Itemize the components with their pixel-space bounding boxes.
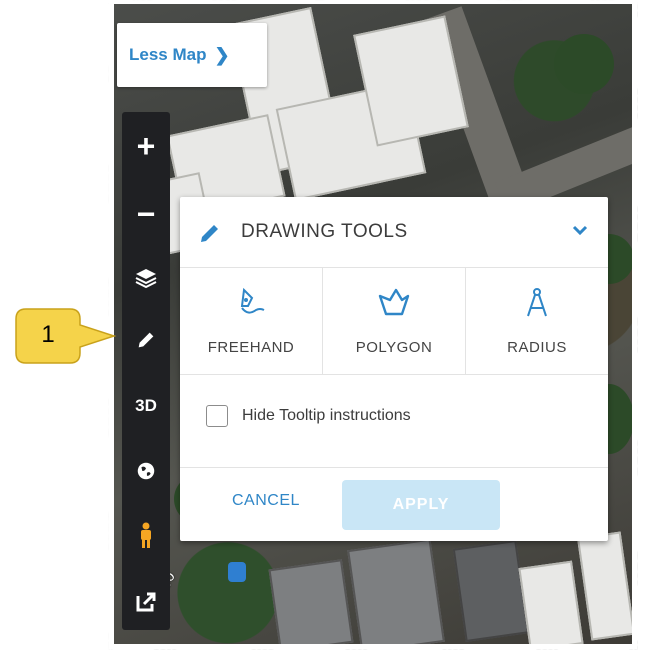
drawing-tools-panel: DRAWING TOOLS FREEHAND POLYGON RADIUS Hi… — [180, 197, 608, 541]
street-view-button[interactable] — [122, 512, 170, 560]
globe-button[interactable] — [122, 447, 170, 495]
less-map-button[interactable]: Less Map ❯ — [117, 23, 267, 87]
layers-button[interactable] — [122, 254, 170, 302]
chevron-right-icon: ❯ — [214, 44, 230, 65]
map-building — [518, 560, 584, 644]
map-tree — [554, 34, 614, 94]
callout-number: 1 — [41, 321, 55, 348]
pegman-icon — [141, 522, 151, 548]
panel-title: DRAWING TOOLS — [241, 221, 408, 242]
polygon-label: POLYGON — [355, 339, 433, 356]
hide-tooltip-checkbox[interactable] — [206, 405, 228, 427]
cancel-button[interactable]: CANCEL — [232, 492, 300, 510]
radius-tool[interactable]: RADIUS — [466, 268, 608, 374]
hide-tooltip-row[interactable]: Hide Tooltip instructions — [206, 405, 411, 427]
panel-divider — [180, 467, 608, 468]
zoom-out-button[interactable]: − — [122, 190, 170, 238]
hide-tooltip-label: Hide Tooltip instructions — [242, 407, 411, 424]
polygon-icon — [378, 288, 410, 316]
radius-label: RADIUS — [507, 339, 567, 356]
pencil-icon — [138, 332, 154, 348]
globe-icon — [137, 462, 155, 480]
less-map-label: Less Map — [129, 45, 207, 64]
apply-button[interactable]: APPLY — [342, 480, 500, 530]
chevron-down-icon[interactable] — [572, 225, 588, 237]
map-building — [576, 531, 632, 641]
layers-icon — [135, 269, 157, 289]
external-link-icon — [136, 592, 156, 612]
open-external-button[interactable] — [122, 578, 170, 626]
map-building — [347, 538, 445, 644]
3d-button[interactable]: 3D — [122, 382, 170, 430]
pen-nib-icon — [240, 287, 265, 314]
compass-icon — [527, 288, 547, 317]
polygon-tool[interactable]: POLYGON — [323, 268, 466, 374]
map-building — [268, 559, 354, 644]
freehand-label: FREEHAND — [207, 339, 295, 356]
panel-header[interactable]: DRAWING TOOLS — [180, 197, 608, 268]
pencil-icon — [201, 225, 218, 242]
zoom-in-button[interactable]: + — [122, 122, 170, 170]
map-toolbar: + − 3D — [122, 112, 170, 630]
freehand-tool[interactable]: FREEHAND — [180, 268, 323, 374]
drawing-tools-button[interactable] — [122, 316, 170, 364]
drawing-tool-list: FREEHAND POLYGON RADIUS — [180, 268, 608, 375]
bus-stop-icon[interactable] — [228, 562, 246, 582]
map-building — [452, 540, 530, 642]
